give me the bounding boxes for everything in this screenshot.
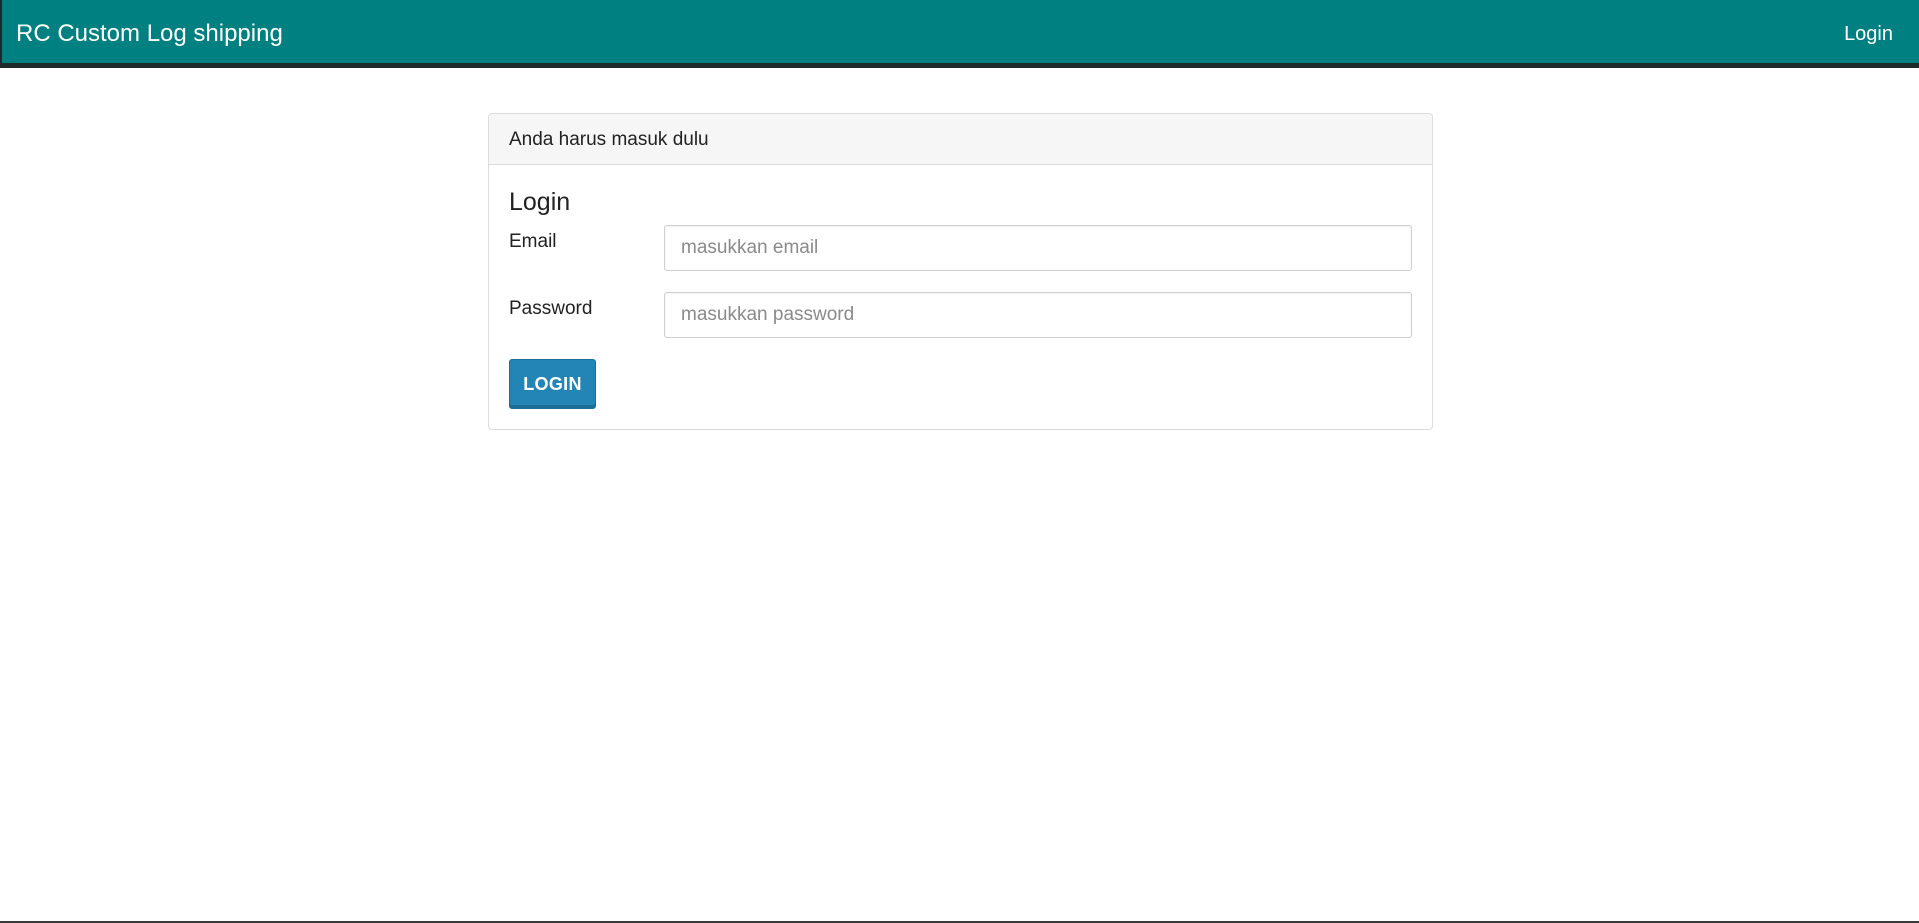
top-navbar: RC Custom Log shipping Login: [0, 0, 1919, 68]
brand-link[interactable]: RC Custom Log shipping: [16, 18, 283, 50]
password-input[interactable]: [664, 292, 1412, 338]
password-label: Password: [509, 298, 593, 319]
email-input[interactable]: [664, 225, 1412, 271]
nav-login-link[interactable]: Login: [1844, 20, 1893, 48]
form-title: Login: [509, 188, 571, 216]
login-panel: Anda harus masuk dulu Login Email Passwo…: [488, 113, 1433, 430]
login-button[interactable]: LOGIN: [509, 359, 596, 409]
panel-heading-text: Anda harus masuk dulu: [509, 129, 709, 150]
panel-heading: Anda harus masuk dulu: [489, 114, 1432, 165]
email-label: Email: [509, 231, 557, 252]
